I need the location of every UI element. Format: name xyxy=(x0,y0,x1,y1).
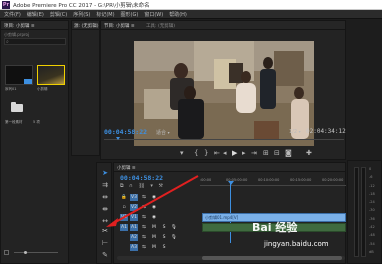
title-bar: Pr Adobe Premiere Pro CC 2017 - G:\PR\小剪… xyxy=(0,0,382,10)
meter-scale: 0 -6 -12 -18 -24 -30 -36 -42 -48 -54 dB xyxy=(369,165,375,256)
go-to-out-button[interactable]: ⇥ xyxy=(251,149,257,157)
meter-channel-right xyxy=(361,167,366,257)
meter-tick: -6 xyxy=(369,175,373,180)
scrollbar-thumb[interactable] xyxy=(202,256,342,260)
source-panel: 源: (无剪辑) xyxy=(71,20,100,156)
quality-dropdown-label: 1/2 xyxy=(289,129,298,135)
menu-bar: 文件(F) 编辑(E) 剪辑(C) 序列(S) 标记(M) 图形(G) 窗口(W… xyxy=(0,10,382,19)
add-marker-button[interactable]: ▾ xyxy=(180,149,184,157)
playhead-marker-icon[interactable] xyxy=(116,137,120,140)
menu-edit[interactable]: 编辑(E) xyxy=(27,11,44,18)
project-panel: 项目: 小剪辑 ≡ 小剪辑.prproj ⌕ 序列01 小剪辑 第一段素材 5 … xyxy=(0,20,69,264)
mark-in-button[interactable]: { xyxy=(194,149,198,157)
chevron-down-icon: ▾ xyxy=(298,129,301,134)
meter-tick: -48 xyxy=(369,233,375,238)
microphone-icon[interactable]: 🎙 xyxy=(170,234,178,241)
menu-marker[interactable]: 标记(M) xyxy=(96,11,114,18)
program-scrubber[interactable] xyxy=(104,137,344,141)
slip-tool-icon[interactable]: ⊢ xyxy=(100,239,110,247)
program-monitor: 节目: 小剪辑 ≡ 工具: (无剪辑) 00:04:58:22 适合 ▾ 1/2… xyxy=(100,20,346,160)
menu-clip[interactable]: 剪辑(C) xyxy=(50,11,67,18)
mark-out-button[interactable]: } xyxy=(204,149,208,157)
meter-tick: -18 xyxy=(369,191,375,196)
meter-tick: 0 xyxy=(369,167,372,171)
menu-file[interactable]: 文件(F) xyxy=(4,11,21,18)
project-search-input[interactable]: ⌕ xyxy=(4,38,66,45)
menu-sequence[interactable]: 序列(S) xyxy=(73,11,90,18)
fit-dropdown[interactable]: 适合 ▾ xyxy=(156,129,170,136)
watermark-logo: Bai 经验 xyxy=(252,221,298,234)
meter-tick: -30 xyxy=(369,208,375,213)
time-ruler[interactable]: :00:00 00:05:00:00 00:10:00:00 00:15:00:… xyxy=(200,175,346,189)
pen-tool-icon[interactable]: ✎ xyxy=(100,251,110,259)
ruler-tick: 00:10:00:00 xyxy=(258,178,280,182)
sequence-thumbnail[interactable] xyxy=(5,65,33,85)
ruler-tick: 00:15:00:00 xyxy=(290,178,312,182)
track-label[interactable]: A3 xyxy=(130,244,138,251)
watermark-url: jingyan.baidu.com xyxy=(264,240,329,248)
play-button[interactable]: ▶ xyxy=(232,149,237,157)
source-tab-strip: 源: (无剪辑) xyxy=(72,21,99,30)
meter-tick: dB xyxy=(369,249,374,254)
search-icon: ⌕ xyxy=(6,39,9,45)
meter-tick: -36 xyxy=(369,216,375,221)
tab-tools[interactable]: 工具: (无剪辑) xyxy=(146,23,175,29)
item-label-clip: 小剪辑 xyxy=(37,87,48,91)
window-title: Adobe Premiere Pro CC 2017 - G:\PR\小剪辑\未… xyxy=(13,3,150,9)
meter-tick: -54 xyxy=(369,241,375,246)
tab-source[interactable]: 源: (无剪辑) xyxy=(74,23,98,29)
timeline-horizontal-scrollbar[interactable] xyxy=(117,256,345,260)
program-duration: 02:04:34:12 xyxy=(306,128,346,135)
sync-lock-icon[interactable]: ⇆ xyxy=(140,244,148,251)
program-playhead-timecode[interactable]: 00:04:58:22 xyxy=(104,128,147,136)
timeline-playhead-icon[interactable] xyxy=(228,181,234,185)
export-frame-button[interactable]: ◙ xyxy=(285,149,292,157)
extract-button[interactable]: ⊟ xyxy=(274,149,280,157)
lift-button[interactable]: ⊞ xyxy=(263,149,269,157)
list-view-icon[interactable] xyxy=(4,250,9,255)
project-tab-strip: 项目: 小剪辑 ≡ xyxy=(1,21,68,30)
audio-meter-panel: 0 -6 -12 -18 -24 -30 -36 -42 -48 -54 dB xyxy=(347,160,382,264)
menu-window[interactable]: 窗口(W) xyxy=(144,11,163,18)
quality-dropdown[interactable]: 1/2 ▾ xyxy=(289,129,301,135)
solo-icon[interactable]: S xyxy=(160,244,168,251)
button-editor-icon[interactable]: ✚ xyxy=(306,149,312,157)
go-to-in-button[interactable]: ⇤ xyxy=(214,149,220,157)
mute-icon[interactable]: M xyxy=(150,244,158,251)
zoom-slider-handle[interactable] xyxy=(24,251,27,254)
sync-lock-icon[interactable]: ⇆ xyxy=(140,234,148,241)
bin-folder-icon[interactable] xyxy=(11,102,23,112)
clip-thumbnail-selected[interactable] xyxy=(37,65,65,85)
chevron-down-icon: ▾ xyxy=(167,130,170,135)
meter-tick: -24 xyxy=(369,200,375,205)
meter-channel-left xyxy=(354,167,359,257)
project-zoom-slider[interactable] xyxy=(4,250,66,255)
tab-project[interactable]: 项目: 小剪辑 ≡ xyxy=(4,23,35,29)
menu-graphics[interactable]: 图形(G) xyxy=(121,11,139,18)
item-label-sequence: 序列01 xyxy=(5,87,17,91)
step-back-button[interactable]: ◂ xyxy=(223,149,227,157)
meter-tick: -12 xyxy=(369,183,375,188)
mute-icon[interactable]: M xyxy=(150,234,158,241)
item-label-bin: 第一段素材 xyxy=(5,120,23,124)
meter-tick: -42 xyxy=(369,225,375,230)
item-count: 5 项 xyxy=(33,120,40,124)
ruler-tick: 00:20:00:00 xyxy=(322,178,344,182)
annotation-arrow-icon xyxy=(106,175,199,227)
track-label[interactable]: A2 xyxy=(130,234,138,241)
tab-program[interactable]: 节目: 小剪辑 ≡ xyxy=(104,23,135,29)
solo-icon[interactable]: S xyxy=(160,234,168,241)
menu-help[interactable]: 帮助(H) xyxy=(169,11,187,18)
fit-dropdown-label: 适合 xyxy=(156,130,167,136)
program-tab-strip: 节目: 小剪辑 ≡ 工具: (无剪辑) xyxy=(101,21,345,30)
step-forward-button[interactable]: ▸ xyxy=(242,149,246,157)
premiere-app-icon: Pr xyxy=(2,1,10,9)
sequence-badge-icon xyxy=(24,79,32,84)
